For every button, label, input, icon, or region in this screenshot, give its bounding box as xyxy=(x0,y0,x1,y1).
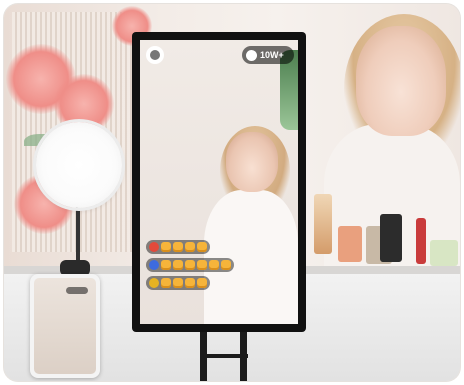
clap-icon xyxy=(185,278,195,288)
display-stand-leg xyxy=(240,330,247,381)
streamer-face xyxy=(226,132,278,192)
streamer-body xyxy=(204,190,298,324)
smartphone-overlay-pill xyxy=(66,287,88,294)
clap-icon xyxy=(161,260,171,270)
clap-icon xyxy=(197,260,207,270)
clap-icon xyxy=(161,278,171,288)
person-icon xyxy=(246,49,257,61)
clap-icon xyxy=(209,260,219,270)
clap-icon xyxy=(185,242,195,252)
comment-row xyxy=(146,258,234,272)
comment-avatar xyxy=(149,242,159,252)
perfume-bottle xyxy=(314,194,332,254)
foundation-bottle xyxy=(380,214,402,262)
model-face xyxy=(356,26,446,136)
lipstick xyxy=(416,218,426,264)
streamer-avatar-icon[interactable] xyxy=(146,46,164,64)
display-stand-leg xyxy=(200,330,207,381)
clap-icon xyxy=(185,260,195,270)
clap-icon xyxy=(197,278,207,288)
clap-icon xyxy=(173,278,183,288)
clap-icon xyxy=(221,260,231,270)
clap-icon xyxy=(161,242,171,252)
clap-icon xyxy=(173,260,183,270)
ring-light-stand xyxy=(76,204,80,264)
ring-light xyxy=(36,122,122,208)
photo-frame: 10W+ xyxy=(4,4,460,381)
comment-row xyxy=(146,240,210,254)
clap-icon xyxy=(197,242,207,252)
comment-avatar xyxy=(149,278,159,288)
comment-avatar xyxy=(149,260,159,270)
clap-icon xyxy=(173,242,183,252)
person-icon xyxy=(150,50,160,60)
viewer-count-badge: 10W+ xyxy=(242,46,294,64)
product-box xyxy=(338,226,362,262)
comment-row xyxy=(146,276,210,290)
compact-case xyxy=(430,240,458,266)
viewer-count: 10W+ xyxy=(260,50,284,60)
